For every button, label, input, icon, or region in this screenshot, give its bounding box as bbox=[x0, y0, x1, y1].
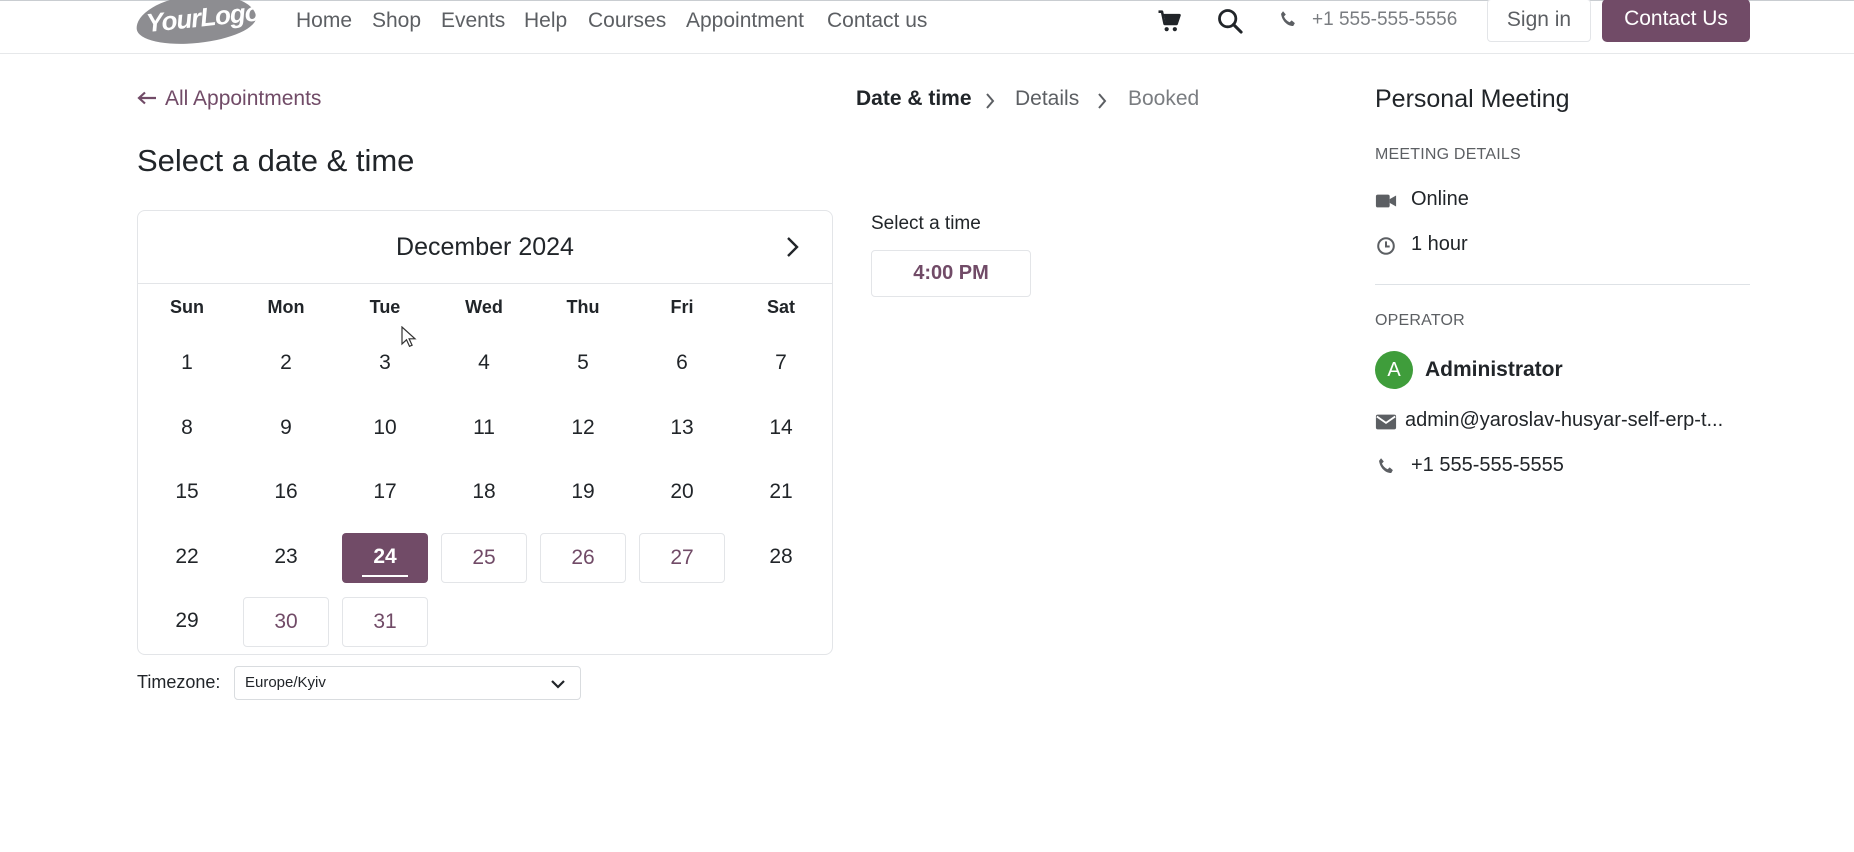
calendar-day: 10 bbox=[373, 416, 397, 439]
meeting-details-heading: MEETING DETAILS bbox=[1375, 146, 1521, 163]
calendar-day: 23 bbox=[274, 545, 298, 568]
calendar-day-available[interactable]: 25 bbox=[441, 533, 527, 583]
calendar-day-selected[interactable]: 24 bbox=[342, 533, 428, 583]
nav-shop[interactable]: Shop bbox=[372, 9, 421, 33]
page-title: Select a date & time bbox=[137, 143, 415, 178]
calendar-day: 13 bbox=[670, 416, 694, 439]
calendar-day: 22 bbox=[175, 545, 199, 568]
calendar-day: 16 bbox=[274, 480, 298, 503]
back-link[interactable]: All Appointments bbox=[137, 87, 321, 111]
select-time-label: Select a time bbox=[871, 213, 981, 234]
calendar-day-available[interactable]: 31 bbox=[342, 597, 428, 647]
phone-icon bbox=[1281, 11, 1295, 27]
weekday-label: Sat bbox=[766, 297, 795, 317]
time-slot-button[interactable]: 4:00 PM bbox=[871, 250, 1031, 297]
envelope-icon bbox=[1375, 414, 1397, 430]
timezone-value: Europe/Kyiv bbox=[245, 674, 326, 691]
operator-phone[interactable]: +1 555-555-5555 bbox=[1411, 454, 1564, 477]
operator-avatar: A bbox=[1375, 351, 1413, 389]
operator-email[interactable]: admin@yaroslav-husyar-self-erp-t... bbox=[1405, 409, 1723, 432]
site-logo[interactable]: YourLogo bbox=[133, 0, 261, 50]
timezone-label: Timezone: bbox=[137, 672, 221, 692]
sidebar-divider bbox=[1375, 284, 1750, 285]
calendar-day: 17 bbox=[373, 480, 397, 503]
nav-home[interactable]: Home bbox=[296, 9, 352, 33]
calendar-day: 15 bbox=[175, 480, 199, 503]
nav-appointment[interactable]: Appointment bbox=[686, 9, 804, 33]
weekday-label: Sun bbox=[170, 297, 204, 317]
calendar-day: 12 bbox=[571, 416, 595, 439]
calendar-day: 4 bbox=[478, 351, 490, 374]
calendar-day: 8 bbox=[181, 416, 193, 439]
sign-in-button[interactable]: Sign in bbox=[1487, 0, 1591, 42]
weekday-label: Wed bbox=[465, 297, 503, 317]
chevron-right-icon bbox=[986, 93, 995, 109]
calendar-day: 1 bbox=[181, 351, 193, 374]
calendar-day: 28 bbox=[769, 545, 793, 568]
chevron-down-icon bbox=[551, 680, 565, 689]
calendar-header: December 2024 bbox=[138, 211, 832, 284]
contact-us-button[interactable]: Contact Us bbox=[1602, 0, 1750, 42]
weekday-label: Fri bbox=[670, 297, 694, 317]
calendar-day: 2 bbox=[280, 351, 292, 374]
weekday-label: Mon bbox=[267, 297, 305, 317]
search-icon[interactable] bbox=[1216, 7, 1244, 35]
calendar-day: 5 bbox=[577, 351, 589, 374]
calendar-month-label: December 2024 bbox=[396, 233, 574, 261]
next-month-chevron-icon[interactable] bbox=[778, 233, 806, 261]
calendar-day: 6 bbox=[676, 351, 688, 374]
nav-courses[interactable]: Courses bbox=[588, 9, 666, 33]
nav-events[interactable]: Events bbox=[441, 9, 505, 33]
calendar-day: 9 bbox=[280, 416, 292, 439]
calendar-day: 7 bbox=[775, 351, 787, 374]
timezone-select[interactable]: Europe/Kyiv bbox=[234, 666, 581, 700]
calendar-day: 29 bbox=[175, 609, 199, 632]
chevron-right-icon bbox=[1098, 93, 1107, 109]
header-phone[interactable]: +1 555-555-5556 bbox=[1312, 9, 1457, 31]
nav-help[interactable]: Help bbox=[524, 9, 567, 33]
logo-text: YourLogo bbox=[144, 0, 261, 39]
appointment-title: Personal Meeting bbox=[1375, 85, 1570, 113]
arrow-left-icon bbox=[137, 87, 157, 111]
operator-name: Administrator bbox=[1425, 358, 1563, 381]
meeting-duration-text: 1 hour bbox=[1411, 233, 1468, 255]
calendar-day: 14 bbox=[769, 416, 793, 439]
calendar-day: 21 bbox=[769, 480, 793, 503]
video-camera-icon bbox=[1375, 194, 1397, 208]
mouse-cursor-icon bbox=[401, 326, 417, 348]
operator-heading: OPERATOR bbox=[1375, 312, 1465, 329]
calendar-day: 18 bbox=[472, 480, 496, 503]
calendar-day: 20 bbox=[670, 480, 694, 503]
weekday-label: Tue bbox=[369, 297, 401, 317]
phone-icon bbox=[1379, 458, 1393, 474]
nav-contact-us[interactable]: Contact us bbox=[827, 9, 927, 33]
calendar-day: 11 bbox=[473, 416, 495, 439]
step-details: Details bbox=[1015, 87, 1080, 110]
cart-icon[interactable] bbox=[1155, 7, 1183, 35]
meeting-location-text: Online bbox=[1411, 188, 1469, 210]
back-link-label: All Appointments bbox=[165, 87, 322, 110]
step-date-time: Date & time bbox=[856, 87, 972, 110]
weekday-label: Thu bbox=[566, 297, 600, 317]
calendar-day-available[interactable]: 27 bbox=[639, 533, 725, 583]
step-booked: Booked bbox=[1128, 87, 1200, 110]
top-navbar: YourLogo Home Shop Events Help Courses A… bbox=[0, 0, 1854, 54]
calendar-day-available[interactable]: 26 bbox=[540, 533, 626, 583]
calendar-day: 19 bbox=[571, 480, 595, 503]
calendar-day-available[interactable]: 30 bbox=[243, 597, 329, 647]
clock-icon bbox=[1377, 237, 1395, 255]
